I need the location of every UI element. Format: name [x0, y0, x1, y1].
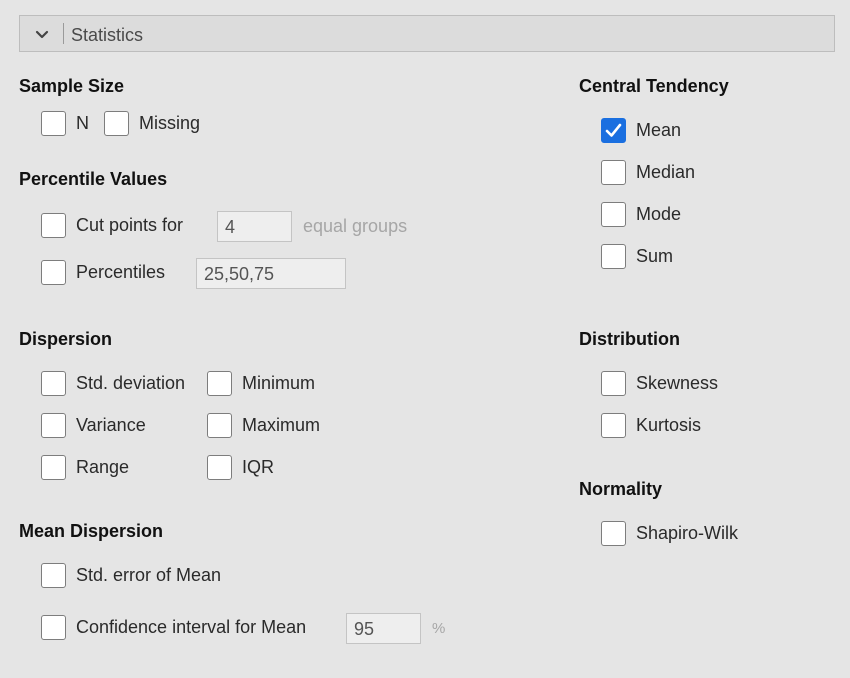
confidence-interval-label: Confidence interval for Mean: [76, 617, 307, 637]
chevron-down-icon[interactable]: [34, 27, 50, 43]
kurtosis-label: Kurtosis: [636, 415, 702, 435]
mode-label: Mode: [636, 204, 682, 224]
sample-size-title: Sample Size: [19, 76, 125, 96]
variance-label: Variance: [76, 415, 146, 435]
maximum-label: Maximum: [242, 415, 321, 435]
equal-groups-label: equal groups: [303, 216, 408, 236]
shapiro-wilk-checkbox[interactable]: [601, 521, 626, 546]
missing-checkbox[interactable]: [104, 111, 129, 136]
cut-points-input[interactable]: 4: [217, 211, 292, 242]
checkmark-icon: [605, 123, 622, 137]
minimum-checkbox[interactable]: [207, 371, 232, 396]
cut-points-label: Cut points for: [76, 215, 184, 235]
minimum-label: Minimum: [242, 373, 316, 393]
variance-checkbox[interactable]: [41, 413, 66, 438]
cut-points-checkbox[interactable]: [41, 213, 66, 238]
percentile-values-title: Percentile Values: [19, 169, 168, 189]
iqr-label: IQR: [242, 457, 275, 477]
range-checkbox[interactable]: [41, 455, 66, 480]
mean-dispersion-title: Mean Dispersion: [19, 521, 164, 541]
maximum-checkbox[interactable]: [207, 413, 232, 438]
std-deviation-checkbox[interactable]: [41, 371, 66, 396]
median-checkbox[interactable]: [601, 160, 626, 185]
mean-checkbox[interactable]: [601, 118, 626, 143]
std-error-checkbox[interactable]: [41, 563, 66, 588]
median-label: Median: [636, 162, 696, 182]
header-separator: [63, 23, 64, 44]
skewness-label: Skewness: [636, 373, 719, 393]
percentiles-label: Percentiles: [76, 262, 166, 282]
mean-label: Mean: [636, 120, 682, 140]
statistics-section-header[interactable]: Statistics: [19, 15, 835, 52]
skewness-checkbox[interactable]: [601, 371, 626, 396]
range-label: Range: [76, 457, 130, 477]
missing-label: Missing: [139, 113, 201, 133]
mode-checkbox[interactable]: [601, 202, 626, 227]
percentiles-checkbox[interactable]: [41, 260, 66, 285]
confidence-level-input[interactable]: 95: [346, 613, 421, 644]
dispersion-title: Dispersion: [19, 329, 113, 349]
shapiro-wilk-label: Shapiro-Wilk: [636, 523, 739, 543]
normality-title: Normality: [579, 479, 663, 499]
confidence-interval-checkbox[interactable]: [41, 615, 66, 640]
sum-label: Sum: [636, 246, 674, 266]
percentiles-input[interactable]: 25,50,75: [196, 258, 346, 289]
percent-sign: %: [432, 620, 446, 637]
central-tendency-title: Central Tendency: [579, 76, 729, 96]
std-deviation-label: Std. deviation: [76, 373, 186, 393]
n-label: N: [76, 113, 89, 133]
std-error-label: Std. error of Mean: [76, 565, 222, 585]
iqr-checkbox[interactable]: [207, 455, 232, 480]
kurtosis-checkbox[interactable]: [601, 413, 626, 438]
sum-checkbox[interactable]: [601, 244, 626, 269]
distribution-title: Distribution: [579, 329, 680, 349]
n-checkbox[interactable]: [41, 111, 66, 136]
section-title: Statistics: [71, 25, 144, 45]
